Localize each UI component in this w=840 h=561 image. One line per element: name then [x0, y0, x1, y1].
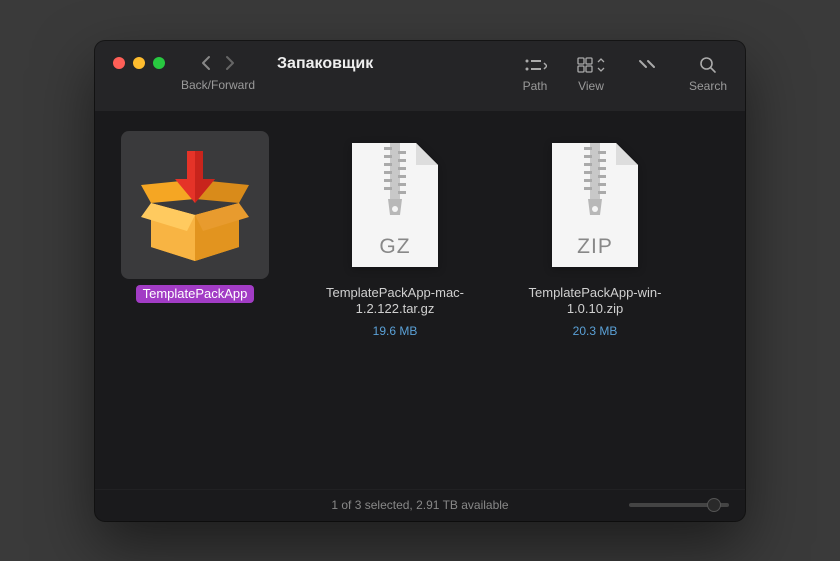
nav-label: Back/Forward [181, 78, 255, 92]
file-ext-label: ZIP [546, 235, 644, 259]
slider-knob[interactable] [707, 498, 721, 512]
file-name: TemplatePackApp-win-1.0.10.zip [515, 285, 675, 319]
close-window-button[interactable] [113, 57, 125, 69]
view-tool: View [577, 55, 605, 93]
path-button[interactable] [521, 55, 549, 75]
file-ext-label: GZ [346, 235, 444, 259]
overflow-button[interactable] [633, 55, 661, 75]
maximize-window-button[interactable] [153, 57, 165, 69]
file-item[interactable]: TemplatePackApp [115, 131, 275, 304]
back-button[interactable] [201, 55, 213, 74]
overflow-label [645, 79, 648, 93]
path-label: Path [523, 79, 548, 93]
forward-button[interactable] [223, 55, 235, 74]
file-size: 19.6 MB [373, 324, 418, 338]
search-button[interactable] [694, 55, 722, 75]
icon-size-slider[interactable] [629, 503, 729, 507]
minimize-window-button[interactable] [133, 57, 145, 69]
status-bar: 1 of 3 selected, 2.91 TB available [95, 489, 745, 521]
archive-icon: GZ [321, 131, 469, 279]
path-tool: Path [521, 55, 549, 93]
toolbar-tools: Path View [521, 55, 727, 93]
finder-window: Back/Forward Запаковщик Path [95, 41, 745, 521]
search-tool: Search [689, 55, 727, 93]
file-name: TemplatePackApp [136, 285, 255, 304]
file-size: 20.3 MB [573, 324, 618, 338]
status-text: 1 of 3 selected, 2.91 TB available [331, 498, 508, 512]
nav-group: Back/Forward [181, 55, 255, 92]
overflow-tool [633, 55, 661, 93]
view-label: View [578, 79, 604, 93]
app-icon [121, 131, 269, 279]
window-controls [113, 55, 165, 69]
file-grid[interactable]: TemplatePackApp [95, 111, 745, 489]
view-button[interactable] [577, 55, 605, 75]
file-item[interactable]: ZIP TemplatePackApp-win-1.0.10.zip 20.3 … [515, 131, 675, 339]
archive-icon: ZIP [521, 131, 669, 279]
window-title: Запаковщик [277, 55, 373, 73]
file-name: TemplatePackApp-mac-1.2.122.tar.gz [315, 285, 475, 319]
file-item[interactable]: GZ TemplatePackApp-mac-1.2.122.tar.gz 19… [315, 131, 475, 339]
search-label: Search [689, 79, 727, 93]
titlebar: Back/Forward Запаковщик Path [95, 41, 745, 111]
